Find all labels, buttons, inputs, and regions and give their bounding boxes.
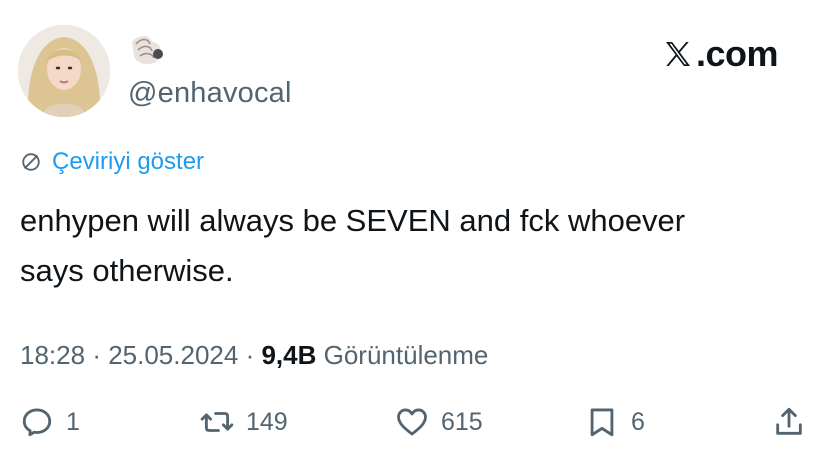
tweet-meta: 18:28 · 25.05.2024 · 9,4B Görüntülenme bbox=[20, 340, 488, 371]
x-brand: .com bbox=[662, 33, 779, 74]
tweet-date[interactable]: 25.05.2024 bbox=[108, 340, 238, 370]
author-handle[interactable]: @enhavocal bbox=[128, 77, 292, 110]
reply-button[interactable]: 1 bbox=[20, 405, 80, 439]
translate-label[interactable]: Çeviriyi göster bbox=[52, 148, 204, 176]
like-button[interactable]: 615 bbox=[395, 405, 483, 439]
reply-icon bbox=[22, 408, 52, 437]
views-count: 9,4B bbox=[261, 340, 317, 370]
show-translation-link[interactable]: Çeviriyi göster bbox=[20, 148, 204, 176]
bookmark-button[interactable]: 6 bbox=[585, 405, 645, 439]
translate-icon bbox=[22, 153, 40, 171]
tweet-time[interactable]: 18:28 bbox=[20, 340, 85, 370]
bookmark-count: 6 bbox=[631, 407, 645, 436]
repost-button[interactable]: 149 bbox=[200, 405, 288, 439]
separator: · bbox=[92, 340, 109, 370]
avatar-image bbox=[18, 25, 110, 117]
heart-icon bbox=[397, 408, 427, 436]
avatar[interactable] bbox=[18, 25, 110, 117]
bookmark-icon bbox=[590, 408, 614, 437]
tweet-line: enhypen will always be SEVEN and fck who… bbox=[20, 203, 686, 238]
reply-count: 1 bbox=[66, 407, 80, 436]
views-label: Görüntülenme bbox=[323, 340, 489, 370]
repost-count: 149 bbox=[246, 407, 288, 436]
brand-domain: .com bbox=[696, 33, 779, 74]
repost-icon bbox=[200, 412, 234, 432]
x-logo-icon bbox=[666, 42, 690, 66]
like-count: 615 bbox=[441, 407, 483, 436]
tweet-line: says otherwise. bbox=[20, 253, 234, 288]
separator: · bbox=[245, 340, 262, 370]
share-button[interactable] bbox=[772, 405, 806, 439]
shell-icon bbox=[132, 36, 163, 64]
tweet-text: enhypen will always be SEVEN and fck who… bbox=[20, 196, 810, 296]
action-bar: 1 149 615 6 bbox=[0, 405, 828, 451]
share-icon bbox=[776, 407, 802, 435]
